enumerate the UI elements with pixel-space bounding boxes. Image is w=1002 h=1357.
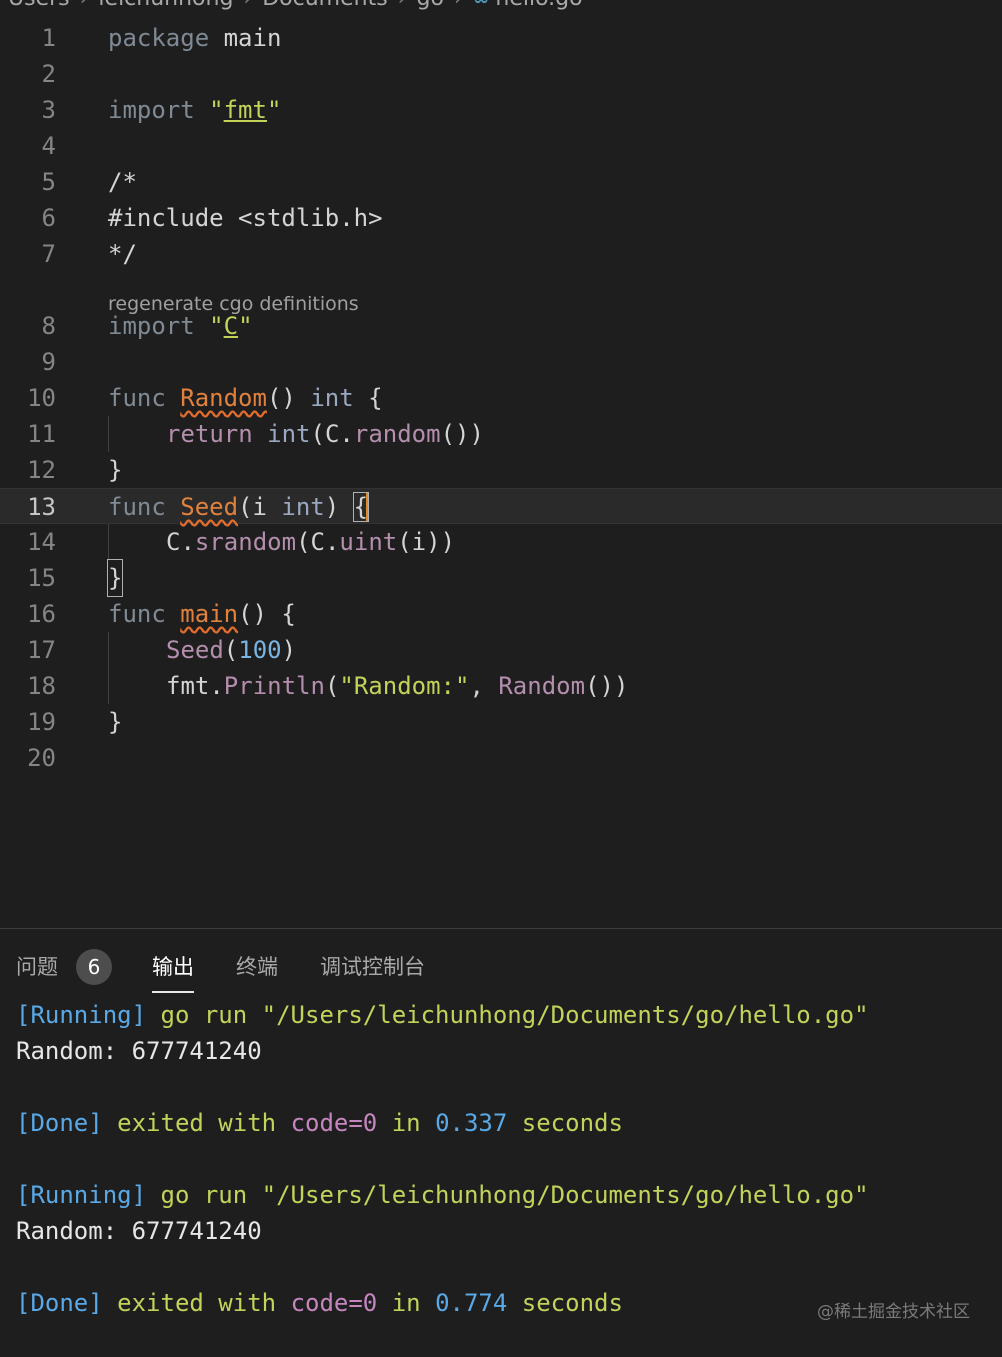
line-number: 19 <box>27 708 56 736</box>
code-line[interactable]: 7 */ <box>0 236 1002 272</box>
bottom-panel: 问题 6 输出 终端 调试控制台 [Running] go run "/User… <box>0 928 1002 1357</box>
line-number: 12 <box>27 456 56 484</box>
line-number: 15 <box>27 564 56 592</box>
code-line[interactable]: 18 fmt.Println("Random:", Random()) <box>0 668 1002 704</box>
breadcrumb-item-go[interactable]: go <box>416 0 443 11</box>
code-line[interactable]: 8 import "C" <box>0 308 1002 344</box>
code-line[interactable]: 4 <box>0 128 1002 164</box>
problems-count-badge: 6 <box>76 949 112 985</box>
line-number: 3 <box>41 96 56 124</box>
tab-output[interactable]: 输出 <box>152 951 194 993</box>
code-line[interactable]: 5/* <box>0 164 1002 200</box>
panel-tabs: 问题 6 输出 终端 调试控制台 <box>0 929 1002 997</box>
code-line[interactable]: 9 <box>0 344 1002 380</box>
line-number: 20 <box>27 744 56 772</box>
chevron-right-icon: › <box>233 0 262 11</box>
line-number: 5 <box>41 168 56 196</box>
line-number: 16 <box>27 600 56 628</box>
breadcrumb-item-users[interactable]: Users <box>8 0 70 11</box>
tab-terminal[interactable]: 终端 <box>236 951 278 981</box>
output-line: Random: 677741240 <box>16 1037 262 1065</box>
code-line[interactable]: 2 <box>0 56 1002 92</box>
line-number: 4 <box>41 132 56 160</box>
code-line[interactable]: 15} <box>0 559 1002 597</box>
line-number: 8 <box>41 312 56 340</box>
output-line: [Running] go run "/Users/leichunhong/Doc… <box>16 1181 869 1209</box>
output-line: [Running] go run "/Users/leichunhong/Doc… <box>16 1001 869 1029</box>
line-number: 10 <box>27 384 56 412</box>
code-line[interactable]: 12} <box>0 452 1002 488</box>
line-number: 18 <box>27 672 56 700</box>
code-line[interactable]: 3 import "fmt" <box>0 92 1002 128</box>
line-number: 6 <box>41 204 56 232</box>
output-line: Random: 677741240 <box>16 1217 262 1245</box>
line-number: 7 <box>41 240 56 268</box>
output-line: [Done] exited with code=0 in 0.337 secon… <box>16 1109 623 1137</box>
breadcrumb-item-file[interactable]: hello.go <box>495 0 582 11</box>
code-line[interactable]: 6 #include <stdlib.h> <box>0 200 1002 236</box>
code-line[interactable]: 20 <box>0 740 1002 776</box>
breadcrumb-item-user[interactable]: leichunhong <box>98 0 233 11</box>
code-line[interactable]: 11 return int(C.random()) <box>0 416 1002 452</box>
tab-problems[interactable]: 问题 <box>16 951 58 981</box>
line-number: 9 <box>41 348 56 376</box>
go-file-icon: ∞ <box>473 0 490 10</box>
chevron-right-icon: › <box>70 0 99 11</box>
breadcrumb: Users›leichunhong›Documents›go›∞hello.go <box>8 0 988 14</box>
code-line[interactable]: 16 func main() { <box>0 596 1002 632</box>
code-editor[interactable]: 1 package main 2 3 import "fmt" 4 5/* 6 #in… <box>0 20 1002 920</box>
line-number: 11 <box>27 420 56 448</box>
chevron-right-icon: › <box>388 0 417 11</box>
code-line[interactable]: 10 func Random() int { <box>0 380 1002 416</box>
output-line: [Done] exited with code=0 in 0.774 secon… <box>16 1289 623 1317</box>
code-line[interactable]: 17 Seed(100) <box>0 632 1002 668</box>
tab-debug-console[interactable]: 调试控制台 <box>320 951 425 981</box>
line-number: 14 <box>27 528 56 556</box>
matching-brace: } <box>106 559 124 597</box>
code-line-current[interactable]: 13 func Seed(i int) { <box>0 488 1002 524</box>
code-line[interactable]: 14 C.srandom(C.uint(i)) <box>0 524 1002 560</box>
line-number: 2 <box>41 60 56 88</box>
code-line[interactable]: 1 package main <box>0 20 1002 56</box>
code-line[interactable]: 19} <box>0 704 1002 740</box>
line-number: 13 <box>27 493 56 521</box>
line-number: 1 <box>41 24 56 52</box>
breadcrumb-item-documents[interactable]: Documents <box>262 0 387 11</box>
matching-brace: { <box>352 492 370 522</box>
chevron-right-icon: › <box>444 0 473 11</box>
line-number: 17 <box>27 636 56 664</box>
watermark: @稀土掘金技术社区 <box>817 1302 970 1322</box>
